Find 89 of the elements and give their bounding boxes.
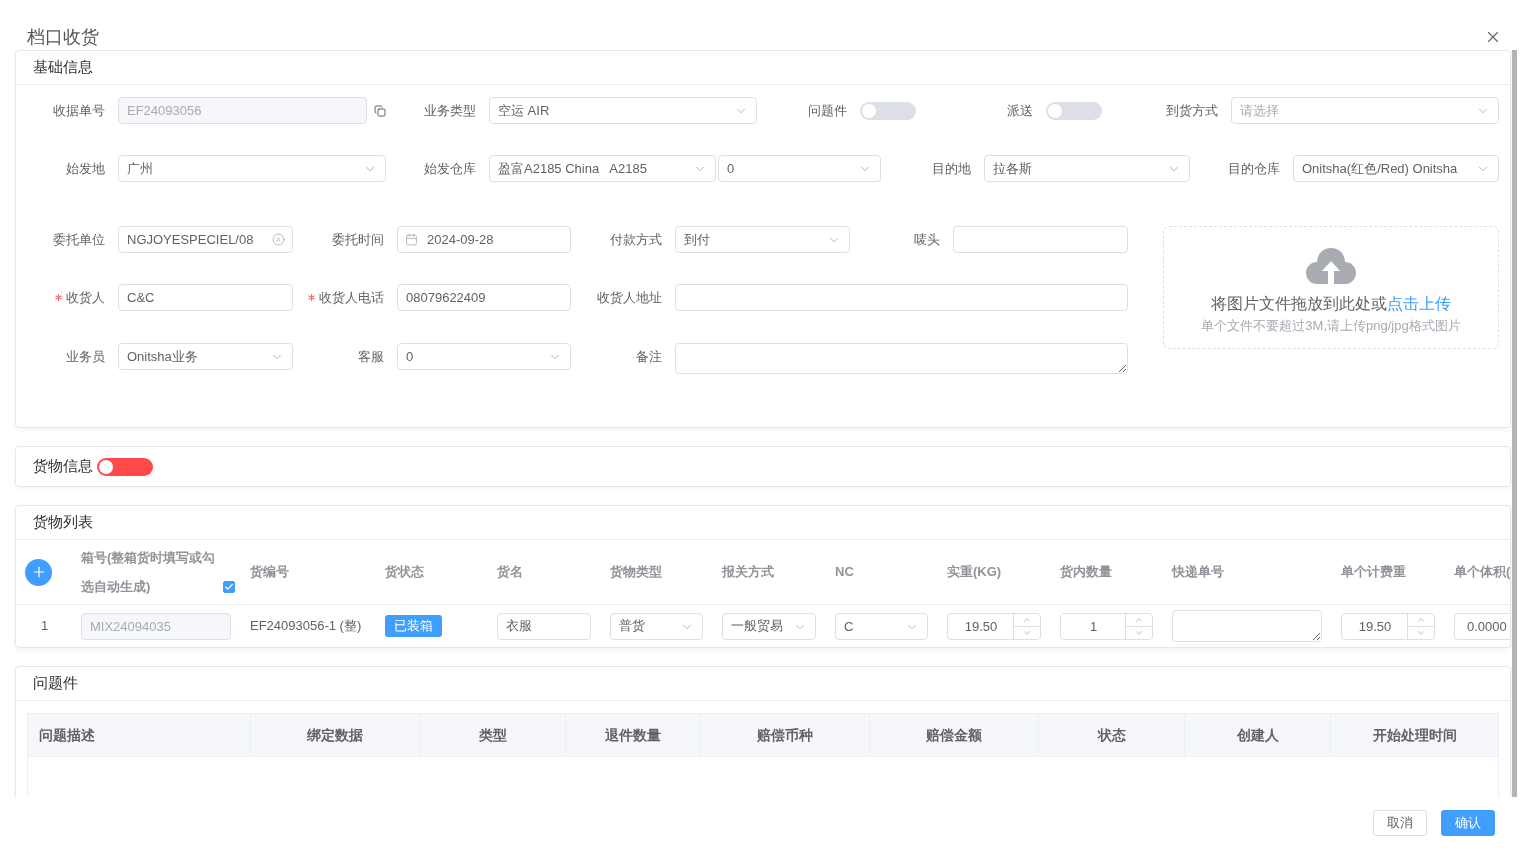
section-title: 问题件	[33, 673, 78, 694]
column-header: 状态	[1097, 725, 1126, 745]
column-header: 开始处理时间	[1372, 725, 1457, 745]
date-field[interactable]: 2024-09-28	[397, 226, 571, 253]
column-header: 单个体积(	[1454, 563, 1510, 582]
field-label: 委托时间	[332, 230, 384, 249]
column-header: 货编号	[250, 563, 289, 582]
check-icon	[224, 582, 234, 592]
select-field[interactable]: 拉各斯	[984, 155, 1190, 182]
toggle-switch[interactable]	[1046, 101, 1102, 120]
field-label: 业务员	[66, 347, 105, 366]
column-header: 赔偿金额	[926, 725, 982, 745]
add-button[interactable]	[25, 558, 52, 586]
field-label: 委托单位	[53, 230, 105, 249]
column-header: 箱号(整箱货时填写或勾选自动生成)	[81, 549, 217, 596]
field-label: 始发仓库	[424, 159, 476, 178]
copy-icon[interactable]	[374, 104, 386, 117]
column-header: 货状态	[385, 563, 424, 582]
select-field[interactable]: Onitsha业务	[118, 343, 293, 370]
textarea-field[interactable]	[675, 343, 1128, 374]
field-label: 目的地	[932, 159, 971, 178]
select-field[interactable]: 0	[397, 343, 571, 370]
select-field[interactable]: 一般贸易	[722, 612, 816, 640]
column-header: 货名	[497, 563, 523, 582]
text-field[interactable]: NGJOYESPECIEL/08	[118, 226, 293, 253]
text-field[interactable]	[953, 226, 1128, 253]
select-field[interactable]: 请选择	[1231, 97, 1499, 124]
field-label: 收据单号	[53, 101, 105, 120]
select-field[interactable]: 空运 AIR	[489, 97, 757, 124]
scrollbar[interactable]	[1512, 50, 1517, 797]
field-label: 收货人电话	[319, 288, 384, 307]
column-header: 类型	[478, 725, 507, 745]
field-label: 目的仓库	[1228, 159, 1280, 178]
text-field[interactable]: 衣服	[497, 612, 591, 640]
dialog-title: 档口收货	[27, 26, 99, 48]
field-label: 收货人	[66, 288, 105, 307]
select-field[interactable]: 普货	[610, 612, 703, 640]
field-label: 付款方式	[610, 230, 662, 249]
select-field[interactable]: 广州	[118, 155, 386, 182]
checkbox[interactable]	[223, 581, 235, 593]
column-header: 赔偿币种	[757, 725, 813, 745]
field-label: 唛头	[914, 230, 940, 249]
calendar-icon	[405, 233, 418, 246]
column-header: 货物类型	[610, 563, 662, 582]
column-header: 绑定数据	[307, 725, 363, 745]
select-field[interactable]: 0	[718, 155, 881, 182]
status-tag: 已装箱	[385, 615, 442, 637]
table-cell-text: EF24093056-1 (整)	[250, 617, 362, 636]
text-field[interactable]	[675, 284, 1128, 311]
toggle-switch[interactable]	[860, 101, 916, 120]
column-header: 快递单号	[1172, 563, 1224, 582]
field-label: 业务类型	[424, 101, 476, 120]
column-header: 报关方式	[722, 563, 774, 582]
section-title: 基础信息	[33, 57, 93, 78]
field-label: 派送	[1007, 101, 1033, 120]
upload-dropzone[interactable]: 将图片文件拖放到此处或点击上传 单个文件不要超过3M,请上传png/jpg格式图片	[1163, 226, 1499, 349]
column-header: NC	[835, 563, 854, 582]
number-field[interactable]: 19.50	[1341, 612, 1435, 640]
section-title: 货物信息	[33, 456, 93, 477]
row-number: 1	[41, 617, 49, 636]
select-field[interactable]: 盈富A2185 China A2185	[489, 155, 716, 182]
text-field[interactable]: 0.0000	[1454, 612, 1510, 640]
field-label: 到货方式	[1166, 101, 1218, 120]
field-label: 客服	[358, 347, 384, 366]
cancel-button[interactable]: 取消	[1373, 810, 1427, 836]
number-field[interactable]: 1	[1060, 612, 1153, 640]
clear-icon[interactable]	[272, 233, 285, 246]
upload-prompt: 将图片文件拖放到此处或点击上传	[1211, 294, 1451, 314]
field-label: 收货人地址	[597, 288, 662, 307]
select-field[interactable]: C	[835, 612, 928, 640]
upload-hint: 单个文件不要超过3M,请上传png/jpg格式图片	[1201, 318, 1461, 334]
text-field[interactable]: 08079622409	[397, 284, 571, 311]
column-header: 实重(KG)	[947, 563, 1002, 582]
toggle-switch[interactable]	[97, 457, 153, 476]
field-label: 问题件	[808, 101, 847, 120]
select-field[interactable]: 到付	[675, 226, 850, 253]
column-header: 问题描述	[39, 725, 95, 745]
column-header: 货内数量	[1060, 563, 1112, 582]
section-title: 货物列表	[33, 512, 93, 533]
column-header: 退件数量	[605, 725, 661, 745]
column-header: 单个计费重	[1341, 563, 1406, 582]
column-header: 创建人	[1236, 725, 1279, 745]
cloud-upload-icon	[1306, 248, 1356, 284]
select-field[interactable]: Onitsha(红色/Red) Onitsha	[1293, 155, 1499, 182]
field-label: 始发地	[66, 159, 105, 178]
textarea-field[interactable]	[1172, 610, 1322, 642]
text-field[interactable]: C&C	[118, 284, 293, 311]
number-field[interactable]: 19.50	[947, 612, 1041, 640]
field-label: 备注	[636, 347, 662, 366]
